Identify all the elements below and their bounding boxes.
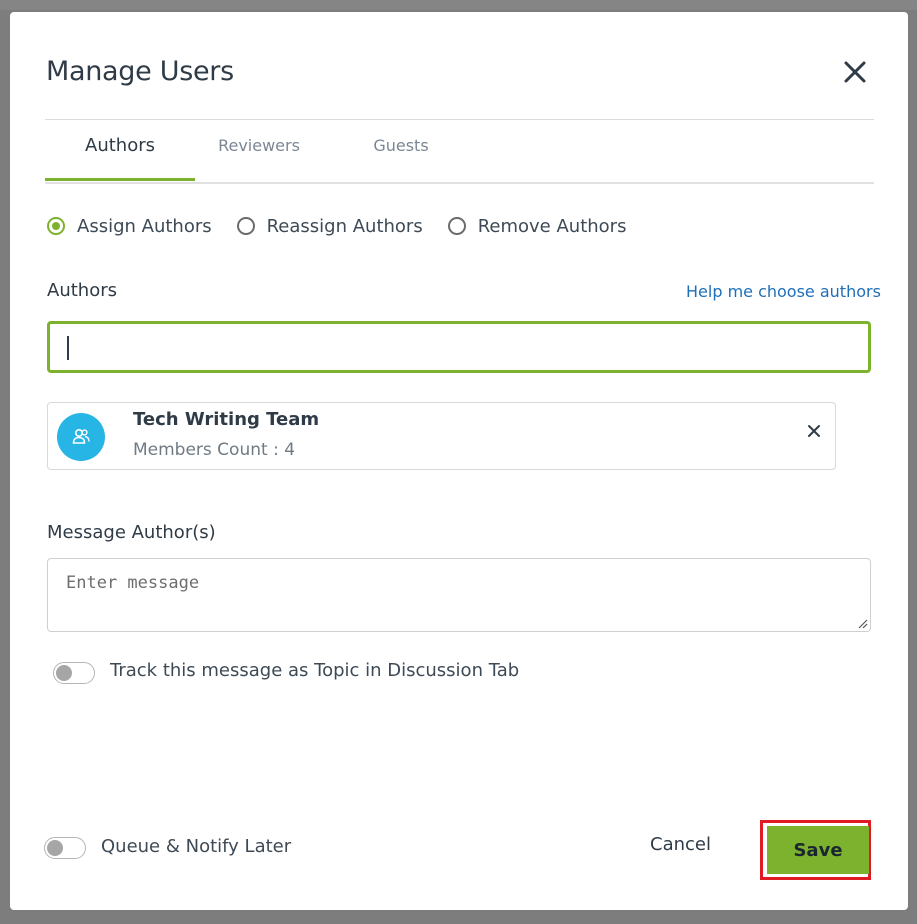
radio-remove-authors[interactable]: Remove Authors <box>447 215 627 237</box>
toggle-knob <box>56 665 72 681</box>
toggle-knob <box>47 840 63 856</box>
radio-assign-authors[interactable]: Assign Authors <box>47 216 212 237</box>
tab-guests[interactable]: Guests <box>341 120 461 180</box>
tab-authors-label: Authors <box>85 135 155 156</box>
close-icon <box>844 61 866 83</box>
selected-author-chip: Tech Writing Team Members Count : 4 <box>47 402 836 470</box>
group-avatar <box>57 413 105 461</box>
resize-grip-icon[interactable] <box>856 617 868 629</box>
manage-users-dialog: Manage Users Authors Reviewers Guests As… <box>10 12 908 910</box>
close-icon <box>808 425 820 437</box>
user-type-tabs: Authors Reviewers Guests <box>45 120 874 184</box>
tab-authors[interactable]: Authors <box>45 120 195 181</box>
message-textarea[interactable] <box>48 559 870 631</box>
queue-notify-toggle[interactable] <box>44 837 86 859</box>
background-page <box>0 0 917 10</box>
tab-reviewers-label: Reviewers <box>218 136 300 155</box>
radio-reassign-authors[interactable]: Reassign Authors <box>236 215 423 237</box>
save-button[interactable]: Save <box>767 826 869 874</box>
radio-assign-authors-label: Assign Authors <box>77 215 212 237</box>
track-topic-toggle-label: Track this message as Topic in Discussio… <box>110 660 520 681</box>
radio-unchecked-icon <box>447 217 466 235</box>
users-group-icon <box>72 428 90 444</box>
radio-checked-icon <box>47 217 65 235</box>
remove-selected-team-button[interactable] <box>806 423 822 439</box>
radio-reassign-authors-label: Reassign Authors <box>266 215 423 237</box>
queue-notify-toggle-label: Queue & Notify Later <box>101 836 292 857</box>
message-field-wrapper <box>47 558 871 632</box>
assignment-mode-group: Assign Authors Reassign Authors Remove A… <box>47 212 651 240</box>
radio-remove-authors-label: Remove Authors <box>477 215 627 237</box>
tab-reviewers[interactable]: Reviewers <box>195 120 323 180</box>
save-button-label: Save <box>793 839 843 861</box>
authors-search-input[interactable] <box>47 321 871 373</box>
close-button[interactable] <box>840 57 870 87</box>
help-choose-authors-link[interactable]: Help me choose authors <box>686 282 881 301</box>
track-topic-toggle[interactable] <box>53 662 95 684</box>
tab-guests-label: Guests <box>373 136 429 155</box>
radio-unchecked-icon <box>236 217 255 235</box>
authors-label: Authors <box>47 280 117 301</box>
selected-team-name: Tech Writing Team <box>133 409 320 430</box>
message-authors-label: Message Author(s) <box>47 522 216 543</box>
selected-team-members-count: Members Count : 4 <box>133 440 296 460</box>
text-caret <box>67 336 69 360</box>
cancel-button[interactable]: Cancel <box>650 834 711 855</box>
dialog-title: Manage Users <box>46 56 234 87</box>
